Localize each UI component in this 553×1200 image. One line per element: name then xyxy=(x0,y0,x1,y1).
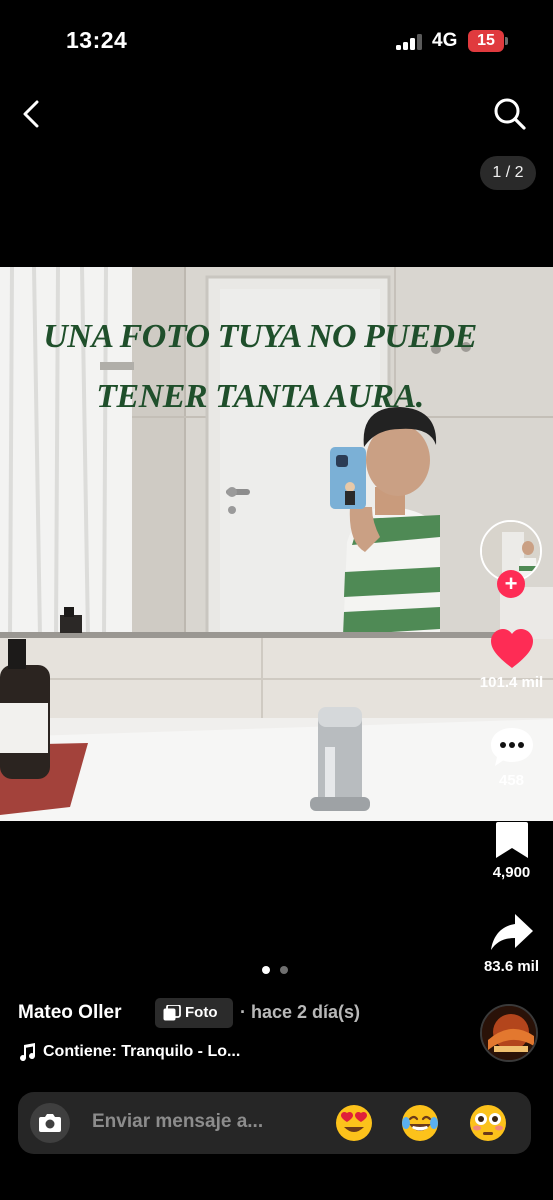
like-button[interactable]: 101.4 mil xyxy=(470,628,553,691)
heart-eyes-emoji-icon xyxy=(336,1105,372,1141)
carousel-dot xyxy=(280,966,288,974)
battery-tip xyxy=(505,37,508,45)
post-time: · hace 2 día(s) xyxy=(240,1002,361,1022)
tears-of-joy-emoji-button[interactable] xyxy=(400,1103,440,1143)
comment-icon xyxy=(490,728,533,766)
comment-bar: Enviar mensaje a... xyxy=(18,1092,531,1154)
camera-icon xyxy=(39,1114,61,1132)
tears-of-joy-emoji-icon xyxy=(402,1105,438,1141)
signal-strength-icon xyxy=(396,34,424,50)
post-type-badge: Foto xyxy=(155,998,233,1028)
overlay-line-2: TENER TANTA AURA. xyxy=(96,378,424,415)
bookmark-icon xyxy=(495,822,528,858)
photo-overlay-text: UNA FOTO TUYA NO PUEDE TENER TANTA AURA. xyxy=(0,307,520,427)
flushed-emoji-icon xyxy=(470,1105,506,1141)
comment-button[interactable]: 458 xyxy=(470,726,553,789)
save-button[interactable]: 4,900 xyxy=(470,820,553,881)
author-name[interactable]: Mateo Oller xyxy=(18,1002,121,1024)
author-row: Mateo Oller Foto · hace 2 día(s) xyxy=(18,998,458,1030)
music-disc-button[interactable] xyxy=(480,1004,538,1062)
comment-count: 458 xyxy=(498,772,525,789)
carousel-dots xyxy=(262,966,292,976)
heart-eyes-emoji-button[interactable] xyxy=(334,1103,374,1143)
search-icon xyxy=(494,98,526,130)
like-count: 101.4 mil xyxy=(479,674,544,691)
share-count: 83.6 mil xyxy=(483,958,540,975)
message-input[interactable]: Enviar mensaje a... xyxy=(92,1111,263,1133)
status-bar: 13:24 4G 15 xyxy=(0,0,553,84)
battery-level: 15 xyxy=(468,30,504,52)
share-arrow-icon xyxy=(490,914,533,950)
network-type: 4G xyxy=(432,30,458,51)
chevron-left-icon xyxy=(23,100,39,128)
album-cover-image xyxy=(482,1006,536,1060)
back-button[interactable] xyxy=(14,94,50,134)
camera-button[interactable] xyxy=(30,1103,70,1143)
page-indicator: 1 / 2 xyxy=(480,156,536,190)
flushed-emoji-button[interactable] xyxy=(468,1103,508,1143)
carousel-dot-active xyxy=(262,966,270,974)
music-row[interactable]: Contiene: Tranquilo - Lo... xyxy=(18,1040,458,1066)
photo-stack-icon xyxy=(163,1005,181,1021)
share-button[interactable]: 83.6 mil xyxy=(470,912,553,975)
author-avatar-button[interactable]: + xyxy=(480,520,542,600)
music-title: Contiene: Tranquilo - Lo... xyxy=(43,1043,241,1060)
follow-button[interactable]: + xyxy=(497,570,525,598)
music-note-icon xyxy=(20,1043,36,1061)
status-time: 13:24 xyxy=(66,27,128,53)
save-count: 4,900 xyxy=(492,864,531,881)
search-button[interactable] xyxy=(490,94,530,134)
heart-icon xyxy=(490,629,533,668)
overlay-line-1: UNA FOTO TUYA NO PUEDE xyxy=(43,318,477,355)
post-type-label: Foto xyxy=(185,1004,218,1021)
